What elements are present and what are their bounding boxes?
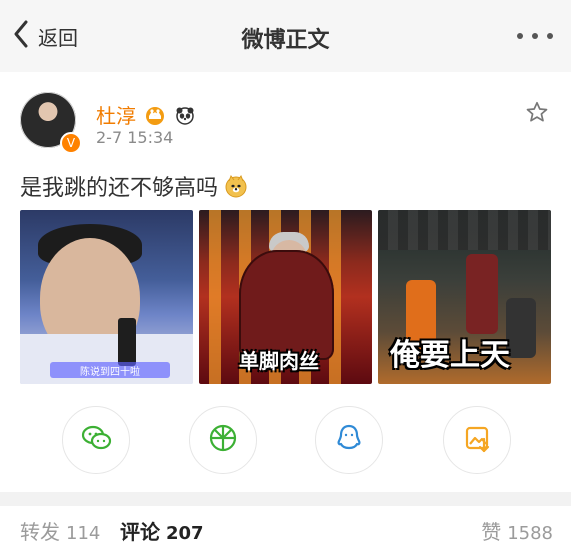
tab-reposts[interactable]: 转发 114 — [20, 516, 100, 542]
post-tabs: 转发 114 评论 207 赞 1588 — [0, 506, 571, 542]
user-name[interactable]: 杜淳 — [96, 100, 136, 129]
post-timestamp: 2-7 15:34 — [96, 128, 174, 147]
image-1-caption: 陈说到四十啦 — [50, 362, 170, 378]
share-row — [0, 406, 571, 476]
more-button[interactable] — [517, 28, 553, 44]
tab-reposts-label: 转发 — [20, 520, 60, 542]
wechat-icon — [79, 421, 113, 459]
user-row: 杜淳 — [96, 100, 196, 129]
image-3-caption: 俺要上天 — [390, 338, 510, 373]
save-image-icon — [460, 421, 494, 459]
moments-icon — [206, 421, 240, 459]
stage-lights — [378, 210, 551, 250]
post-image-1[interactable]: 陈说到四十啦 — [20, 210, 193, 384]
more-dot — [517, 33, 523, 39]
tab-reposts-count: 114 — [66, 523, 101, 542]
tab-comments-label: 评论 — [120, 520, 160, 542]
tab-likes-count: 1588 — [507, 523, 553, 542]
dancer-shape — [466, 254, 498, 334]
doge-emoji-icon — [224, 174, 248, 198]
tab-comments[interactable]: 评论 207 — [120, 516, 204, 542]
tab-comments-count: 207 — [166, 523, 204, 542]
image-2-caption: 单脚肉丝 — [239, 349, 319, 373]
share-wechat-button[interactable] — [62, 406, 130, 474]
microphone-icon — [118, 318, 136, 366]
share-qq-button[interactable] — [315, 406, 383, 474]
qq-icon — [332, 421, 366, 459]
favorite-button[interactable] — [525, 100, 549, 124]
dancer-shape — [239, 250, 334, 360]
stage-light — [209, 210, 221, 384]
panda-icon — [174, 104, 196, 126]
post-text: 是我跳的还不够高吗 — [20, 170, 248, 202]
weibo-post-screen: 返回 微博正文 V 杜淳 2-7 15:34 是我跳的还不够高吗 陈说到四十啦 … — [0, 0, 571, 542]
more-dot — [532, 33, 538, 39]
crown-icon — [144, 104, 166, 126]
section-divider — [0, 492, 571, 506]
save-image-button[interactable] — [443, 406, 511, 474]
post-card: V 杜淳 2-7 15:34 是我跳的还不够高吗 陈说到四十啦 单脚肉丝 俺要上… — [0, 72, 571, 492]
share-moments-button[interactable] — [189, 406, 257, 474]
image-grid: 陈说到四十啦 单脚肉丝 俺要上天 — [20, 210, 551, 384]
tab-likes[interactable]: 赞 1588 — [481, 516, 553, 542]
post-image-3[interactable]: 俺要上天 — [378, 210, 551, 384]
tab-likes-label: 赞 — [481, 520, 502, 542]
post-text-content: 是我跳的还不够高吗 — [20, 176, 219, 201]
top-navbar: 返回 微博正文 — [0, 0, 571, 73]
star-outline-icon — [525, 101, 549, 128]
more-dot — [547, 33, 553, 39]
page-title: 微博正文 — [241, 28, 330, 53]
post-image-2[interactable]: 单脚肉丝 — [199, 210, 372, 384]
verified-badge: V — [60, 132, 82, 154]
dancer-shape — [506, 298, 536, 358]
